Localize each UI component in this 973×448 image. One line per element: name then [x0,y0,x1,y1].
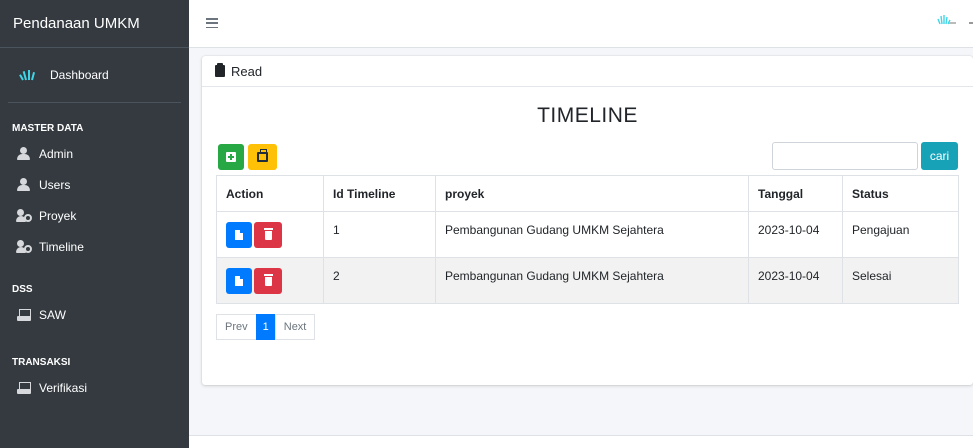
edit-button[interactable] [226,222,252,248]
column-header-tanggal: Tanggal [748,175,843,212]
prev-page-button[interactable]: Prev [216,314,257,340]
delete-button[interactable] [254,222,282,248]
action-cell [216,211,324,258]
table-header-row: Action Id Timeline proyek Tanggal Status [216,175,959,212]
card-header-title: Read [231,63,263,79]
sidebar-item-label: Admin [39,146,74,161]
column-header-action: Action [216,175,324,212]
sidebar-item-label: Timeline [39,239,84,254]
column-header-proyek: proyek [435,175,749,212]
sidebar-header-transaksi: TRANSAKSI [12,356,71,368]
page-title: TIMELINE [537,104,638,127]
search-button[interactable]: cari [921,142,958,170]
sidebar-item-label: Verifikasi [39,380,88,395]
brand-link[interactable]: Pendanaan UMKM [0,0,189,48]
trash-icon [263,227,273,240]
pagination: Prev 1 Next [216,314,316,340]
add-button[interactable] [218,144,244,170]
users-cog-icon [16,240,32,254]
id-cell: 1 [323,211,436,258]
file-icon [235,276,243,286]
timeline-table: Action Id Timeline proyek Tanggal Status… [216,175,959,304]
chevron-down-icon[interactable] [969,22,973,24]
sidebar-item-verifikasi[interactable]: Verifikasi [0,372,189,403]
clipboard-icon [215,63,225,77]
card-header: Read [202,56,973,87]
page-1-button[interactable]: 1 [255,314,276,340]
logo-icon [19,70,40,81]
print-button[interactable] [248,144,277,170]
cash-register-icon [16,308,32,322]
proyek-cell: Pembangunan Gudang UMKM Sejahtera [435,257,749,304]
menu-toggle-icon[interactable] [206,18,218,28]
sidebar-header-master-data: MASTER DATA [12,122,84,134]
id-cell: 2 [323,257,436,304]
sidebar-header-dss: DSS [12,283,33,295]
tanggal-cell: 2023-10-04 [748,211,843,258]
sidebar-item-timeline[interactable]: Timeline [0,231,189,262]
sidebar: Pendanaan UMKM Dashboard MASTER DATA Adm… [0,0,189,448]
sidebar-item-saw[interactable]: SAW [0,299,189,330]
status-cell: Pengajuan [842,211,959,258]
table-row: 1 Pembangunan Gudang UMKM Sejahtera 2023… [216,211,959,258]
sidebar-item-admin[interactable]: Admin [0,138,189,169]
read-card: Read TIMELINE cari Action Id Timeline pr… [202,56,973,385]
sidebar-item-users[interactable]: Users [0,169,189,200]
users-cog-icon [16,209,32,223]
delete-button[interactable] [254,268,282,294]
sidebar-item-label: Proyek [39,208,77,223]
status-cell: Selesai [842,257,959,304]
user-logo-icon[interactable] [937,14,957,26]
next-page-button[interactable]: Next [274,314,316,340]
search-input[interactable] [772,142,918,170]
sidebar-item-label: SAW [39,307,66,322]
action-cell [216,257,324,304]
print-icon [257,149,268,162]
sidebar-item-label: Users [39,177,71,192]
cash-register-icon [16,381,32,395]
edit-button[interactable] [226,268,252,294]
brand-title: Pendanaan UMKM [13,15,140,32]
top-navbar [189,0,973,48]
column-header-status: Status [842,175,959,212]
trash-icon [263,273,273,286]
sidebar-item-proyek[interactable]: Proyek [0,200,189,231]
proyek-cell: Pembangunan Gudang UMKM Sejahtera [435,211,749,258]
plus-square-icon [226,152,236,162]
column-header-id-timeline: Id Timeline [323,175,436,212]
table-row: 2 Pembangunan Gudang UMKM Sejahtera 2023… [216,257,959,304]
tanggal-cell: 2023-10-04 [748,257,843,304]
footer [189,436,973,448]
file-icon [235,230,243,240]
users-icon [16,178,32,192]
user-icon [16,147,32,161]
sidebar-item-dashboard[interactable]: Dashboard [8,48,181,103]
sidebar-item-label: Dashboard [50,68,109,82]
